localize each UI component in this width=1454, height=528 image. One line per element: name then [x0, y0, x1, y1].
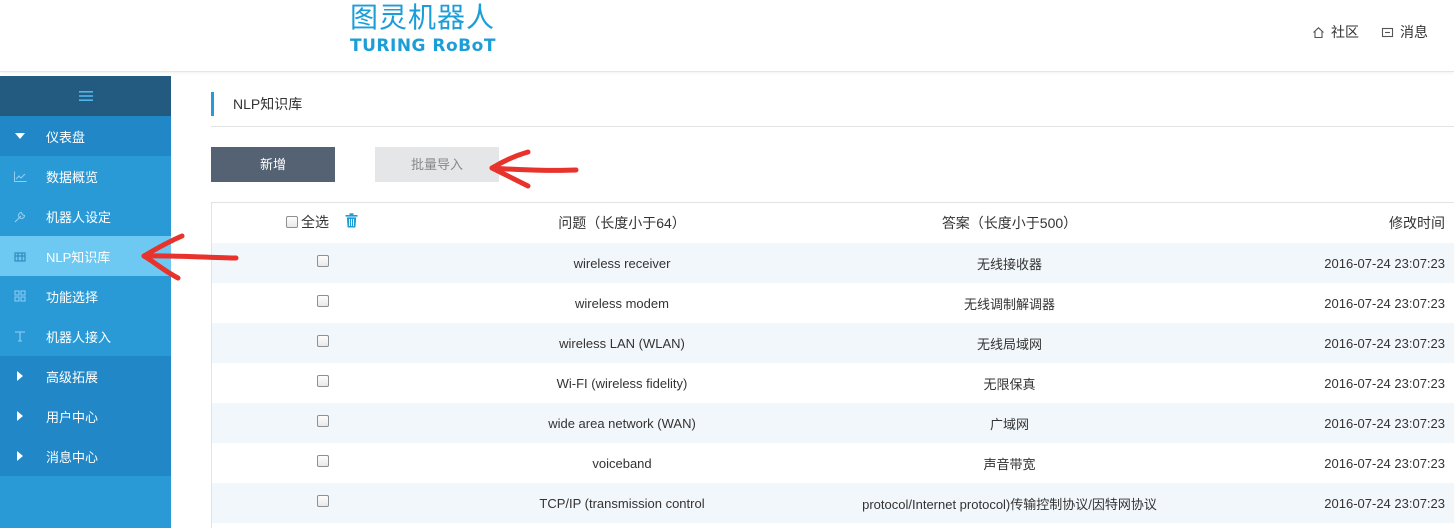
question-cell: wide area network (WAN)	[548, 415, 696, 431]
breadcrumb-divider	[211, 126, 1454, 127]
column-header-modified-time[interactable]: 修改时间	[1207, 203, 1454, 243]
sidebar-item-label: 用户中心	[46, 409, 99, 425]
select-all-checkbox[interactable]	[286, 216, 299, 229]
row-checkbox[interactable]	[317, 255, 329, 268]
select-all-cell: 全选	[212, 203, 432, 243]
table-row[interactable]: TCP/IP (transmission control protocol/In…	[212, 483, 1454, 523]
table-row[interactable]: Wi-FI (wireless fidelity) 无限保真 2016-07-2…	[212, 363, 1454, 403]
community-link[interactable]: 社区	[1312, 22, 1359, 42]
sidebar-item-label: 仪表盘	[46, 129, 86, 145]
messages-link[interactable]: 消息	[1381, 22, 1428, 42]
table-row[interactable]: wide area network (WAN) 广域网 2016-07-24 2…	[212, 403, 1454, 443]
turing-robot-logo[interactable]: 图灵机器人 TURING RoBoT	[350, 2, 500, 58]
question-cell: wireless LAN (WLAN)	[559, 335, 685, 351]
row-checkbox[interactable]	[317, 295, 329, 308]
table-header-row: 全选 问题（长度小于64） 答案（长度小于500） 修改时间	[212, 203, 1454, 243]
sidebar-item-advanced[interactable]: 高级拓展	[0, 356, 171, 396]
column-header-question[interactable]: 问题（长度小于64）	[432, 203, 812, 243]
modified-time-cell: 2016-07-24 23:07:23	[1324, 255, 1445, 271]
messages-link-label: 消息	[1400, 24, 1428, 40]
answer-cell: protocol/Internet protocol)传输控制协议/因特网协议	[862, 496, 1157, 512]
answer-cell: 声音带宽	[983, 456, 1036, 472]
select-all-label: 全选	[301, 214, 330, 231]
table-row[interactable]: wireless receiver 无线接收器 2016-07-24 23:07…	[212, 243, 1454, 283]
add-button[interactable]: 新增	[211, 147, 335, 182]
row-select-cell	[212, 443, 432, 483]
home-icon	[1313, 26, 1324, 38]
row-select-cell	[212, 323, 432, 363]
select-all-control[interactable]: 全选	[286, 212, 329, 232]
top-links: 社区 消息	[1312, 22, 1428, 42]
knowledge-table: 全选 问题（长度小于64） 答案（长度小于500） 修改时间 wireless …	[211, 202, 1454, 528]
question-cell: voiceband	[592, 455, 652, 471]
answer-cell: 无限保真	[983, 376, 1036, 392]
row-select-cell	[212, 283, 432, 323]
community-link-label: 社区	[1331, 24, 1359, 40]
row-checkbox[interactable]	[317, 335, 329, 348]
caret-down-icon	[13, 129, 27, 143]
breadcrumb: NLP知识库	[211, 92, 302, 116]
sidebar-item-message-center[interactable]: 消息中心	[0, 436, 171, 476]
row-select-cell	[212, 243, 432, 283]
question-cell: Wi-FI (wireless fidelity)	[556, 375, 688, 391]
grid-icon	[13, 289, 27, 303]
caret-right-icon	[13, 369, 27, 383]
sidebar: 仪表盘 数据概览 机器人设定 NLP知识库 功能选择 机器人接入 高级拓展 用户…	[0, 76, 171, 528]
table-row[interactable]: voiceband 声音带宽 2016-07-24 23:07:23	[212, 443, 1454, 483]
column-header-answer[interactable]: 答案（长度小于500）	[812, 203, 1207, 243]
row-checkbox[interactable]	[317, 375, 329, 388]
answer-cell: 广域网	[989, 416, 1029, 432]
table-row[interactable]: wireless modem 无线调制解调器 2016-07-24 23:07:…	[212, 283, 1454, 323]
annotation-arrow-import	[489, 149, 579, 189]
sidebar-item-label: 功能选择	[46, 289, 99, 305]
sidebar-item-label: 高级拓展	[46, 369, 99, 385]
modified-time-cell: 2016-07-24 23:07:23	[1324, 375, 1445, 391]
row-checkbox[interactable]	[317, 415, 329, 428]
table-row[interactable]: wireless LAN (WLAN) 无线局域网 2016-07-24 23:…	[212, 323, 1454, 363]
answer-cell: 无线调制解调器	[963, 296, 1055, 312]
question-cell: wireless receiver	[573, 255, 671, 271]
answer-cell: 无线局域网	[976, 336, 1042, 352]
sidebar-item-user-center[interactable]: 用户中心	[0, 396, 171, 436]
row-select-cell	[212, 363, 432, 403]
sidebar-item-robot-access[interactable]: 机器人接入	[0, 316, 171, 356]
caret-right-icon	[13, 449, 27, 463]
chart-line-icon	[13, 169, 27, 183]
modified-time-cell: 2016-07-24 23:07:23	[1324, 495, 1445, 511]
row-checkbox[interactable]	[317, 495, 329, 508]
wrench-icon	[13, 209, 27, 223]
plug-icon	[13, 329, 27, 343]
batch-import-button[interactable]: 批量导入	[375, 147, 499, 182]
modified-time-cell: 2016-07-24 23:07:23	[1324, 415, 1445, 431]
sidebar-item-data-overview[interactable]: 数据概览	[0, 156, 171, 196]
sidebar-toggle-button[interactable]	[0, 76, 171, 116]
modified-time-cell: 2016-07-24 23:07:23	[1324, 295, 1445, 311]
row-select-cell	[212, 483, 432, 523]
sidebar-item-label: 机器人设定	[46, 209, 112, 225]
question-cell: TCP/IP (transmission control	[539, 495, 705, 511]
question-cell: wireless modem	[575, 295, 669, 311]
top-header: 图灵机器人 TURING RoBoT 社区 消息	[0, 0, 1454, 72]
row-select-cell	[212, 403, 432, 443]
database-icon	[13, 249, 27, 263]
sidebar-item-dashboard[interactable]: 仪表盘	[0, 116, 171, 156]
caret-right-icon	[13, 409, 27, 423]
sidebar-item-label: 数据概览	[46, 169, 99, 185]
menu-icon	[78, 91, 93, 101]
annotation-arrow-sidebar	[141, 233, 239, 281]
sidebar-item-label: NLP知识库	[46, 249, 111, 265]
sidebar-item-label: 机器人接入	[46, 329, 112, 345]
logo-chinese-text: 图灵机器人	[350, 1, 496, 34]
logo-english-text: TURING RoBoT	[350, 36, 496, 56]
trash-icon[interactable]	[345, 212, 358, 231]
modified-time-cell: 2016-07-24 23:07:23	[1324, 455, 1445, 471]
message-icon	[1381, 27, 1394, 37]
answer-cell: 无线接收器	[976, 256, 1042, 272]
modified-time-cell: 2016-07-24 23:07:23	[1324, 335, 1445, 351]
sidebar-item-label: 消息中心	[46, 449, 99, 465]
row-checkbox[interactable]	[317, 455, 329, 468]
